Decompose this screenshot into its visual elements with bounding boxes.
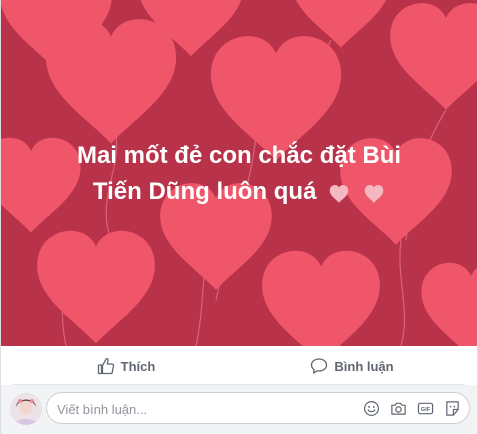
post-text-line-1: Mai mốt đẻ con chắc đặt Bùi [76,142,402,169]
smiley-button[interactable] [362,399,380,417]
post-text: Mai mốt đẻ con chắc đặt Bùi Tiến Dũng lu… [1,138,477,211]
comment-label: Bình luận [334,358,394,374]
post-text-line-2: Tiến Dũng luôn quá [1,174,477,211]
camera-icon [390,402,406,415]
sticker-button[interactable] [443,399,461,417]
post-card: Mai mốt đẻ con chắc đặt Bùi Tiến Dũng lu… [0,0,478,434]
camera-button[interactable] [389,399,407,417]
post-background: Mai mốt đẻ con chắc đặt Bùi Tiến Dũng lu… [1,0,477,346]
smiley-icon [363,400,379,416]
gif-icon: GIF [417,402,433,414]
gif-button[interactable]: GIF [416,399,434,417]
heart-emojis [322,175,385,211]
like-label: Thích [120,358,156,374]
avatar[interactable] [10,393,42,425]
sticker-icon [445,400,459,416]
heart-emoji-icon [364,185,384,204]
comment-tools: GIF [353,399,461,417]
heart-emoji-icon [330,185,349,204]
avatar-image [10,393,42,425]
speech-bubble-icon [311,358,328,374]
post-text-line-2-text: Tiến Dũng luôn quá [92,178,317,205]
comment-composer: GIF [1,385,477,434]
comment-input-box: GIF [46,392,470,424]
comment-button[interactable]: Bình luận [239,348,465,384]
like-button[interactable]: Thích [13,348,239,384]
thumbs-up-icon [97,357,114,375]
post-actions-bar: Thích Bình luận [13,348,465,385]
comment-input[interactable] [57,400,357,418]
svg-text:GIF: GIF [420,407,430,413]
